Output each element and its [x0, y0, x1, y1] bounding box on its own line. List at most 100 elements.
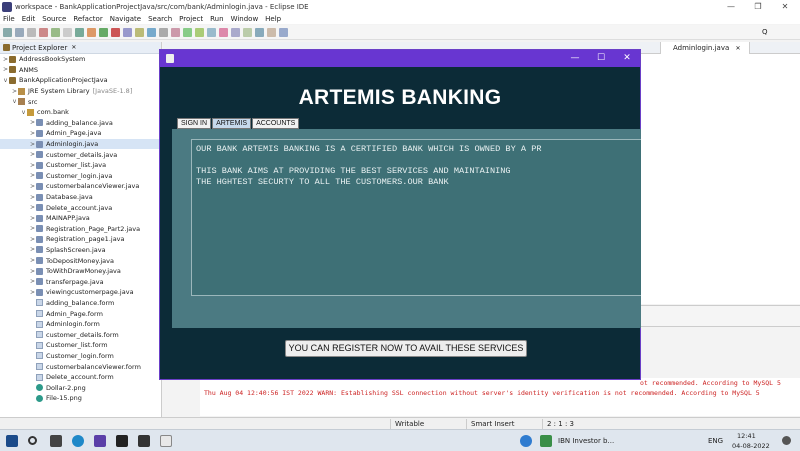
tree-item[interactable]: > transferpage.java: [0, 276, 161, 287]
help-icon[interactable]: [520, 435, 532, 447]
menu-file[interactable]: File: [3, 15, 15, 23]
chevron-right-icon[interactable]: >: [29, 246, 36, 253]
menu-search[interactable]: Search: [148, 15, 172, 23]
chevron-right-icon[interactable]: >: [29, 119, 36, 126]
tree-item[interactable]: > ANMS: [0, 65, 161, 76]
tree-item[interactable]: Customer_list.form: [0, 340, 161, 351]
eclipse-minimize-button[interactable]: —: [718, 0, 744, 13]
toolbar-tool-icon[interactable]: [219, 27, 228, 37]
tab-accounts[interactable]: ACCOUNTS: [252, 118, 300, 129]
chevron-right-icon[interactable]: >: [29, 172, 36, 179]
tree-item[interactable]: > customerbalanceViewer.java: [0, 181, 161, 192]
clock-date[interactable]: 04-08-2022: [732, 435, 770, 451]
stock-ticker[interactable]: IBN Investor b...: [558, 430, 614, 451]
editor-tab-adminlogin[interactable]: Adminlogin.java ✕: [660, 42, 750, 54]
tree-item[interactable]: > viewingcustomerpage.java: [0, 287, 161, 298]
chevron-right-icon[interactable]: [29, 395, 36, 402]
chevron-right-icon[interactable]: [29, 299, 36, 306]
chevron-right-icon[interactable]: >: [29, 204, 36, 211]
toolbar-tool-icon[interactable]: [243, 27, 252, 37]
tree-item[interactable]: > Registration_Page_Part2.java: [0, 224, 161, 235]
chevron-right-icon[interactable]: >: [29, 162, 36, 169]
menu-project[interactable]: Project: [179, 15, 203, 23]
toolbar-tool-icon[interactable]: [99, 27, 108, 37]
swing-close-button[interactable]: ✕: [614, 50, 640, 67]
chevron-right-icon[interactable]: >: [29, 289, 36, 296]
tree-item[interactable]: > Delete_account.java: [0, 202, 161, 213]
tree-item[interactable]: > Adminlogin.java: [0, 138, 161, 150]
chevron-right-icon[interactable]: >: [29, 151, 36, 158]
windows-start-icon[interactable]: [6, 435, 18, 447]
chevron-right-icon[interactable]: [29, 331, 36, 338]
chevron-right-icon[interactable]: >: [29, 236, 36, 243]
menu-help[interactable]: Help: [265, 15, 281, 23]
chevron-right-icon[interactable]: [29, 363, 36, 370]
menu-source[interactable]: Source: [42, 15, 66, 23]
tree-item[interactable]: v src: [0, 96, 161, 107]
menu-window[interactable]: Window: [231, 15, 259, 23]
menu-run[interactable]: Run: [210, 15, 223, 23]
menu-navigate[interactable]: Navigate: [110, 15, 141, 23]
java-app-taskbar-icon[interactable]: [160, 435, 172, 447]
chevron-down-icon[interactable]: v: [2, 77, 9, 84]
toolbar-tool-icon[interactable]: [231, 27, 240, 37]
tree-item[interactable]: > customer_details.java: [0, 149, 161, 160]
tree-item[interactable]: v com.bank: [0, 107, 161, 118]
tree-item[interactable]: Customer_login.form: [0, 351, 161, 362]
tab-sign-in[interactable]: SIGN IN: [177, 118, 212, 129]
notification-icon[interactable]: [782, 436, 791, 445]
tree-item[interactable]: > Customer_login.java: [0, 171, 161, 182]
quick-access-search-icon[interactable]: Q: [762, 28, 768, 36]
toolbar-tool-icon[interactable]: [135, 27, 144, 37]
eclipse-maximize-button[interactable]: ❐: [745, 0, 771, 13]
tree-item[interactable]: File-15.png: [0, 393, 161, 404]
toolbar-tool-icon[interactable]: [171, 27, 180, 37]
task-view-icon[interactable]: [50, 435, 62, 447]
eclipse-taskbar-icon[interactable]: [94, 435, 106, 447]
toolbar-tool-icon[interactable]: [123, 27, 132, 37]
swing-maximize-button[interactable]: ☐: [588, 50, 614, 67]
eclipse-close-button[interactable]: ✕: [772, 0, 798, 13]
tree-item[interactable]: > SplashScreen.java: [0, 245, 161, 256]
terminal-icon[interactable]: [116, 435, 128, 447]
chevron-down-icon[interactable]: v: [11, 98, 18, 105]
toolbar-tool-icon[interactable]: [63, 27, 72, 37]
editor-tab-close-icon[interactable]: ✕: [736, 45, 741, 52]
tree-item[interactable]: > JRE System Library [JavaSE-1.8]: [0, 86, 161, 97]
toolbar-tool-icon[interactable]: [15, 27, 24, 37]
toolbar-tool-icon[interactable]: [255, 27, 264, 37]
menu-edit[interactable]: Edit: [22, 15, 36, 23]
chevron-right-icon[interactable]: >: [29, 130, 36, 137]
tree-item[interactable]: > Customer_list.java: [0, 160, 161, 171]
tree-item[interactable]: customer_details.form: [0, 329, 161, 340]
project-explorer-close-icon[interactable]: ✕: [71, 44, 76, 51]
chevron-right-icon[interactable]: >: [2, 56, 9, 63]
chevron-right-icon[interactable]: >: [29, 194, 36, 201]
tree-item[interactable]: Admin_Page.form: [0, 308, 161, 319]
toolbar-tool-icon[interactable]: [75, 27, 84, 37]
tree-item[interactable]: > Registration_page1.java: [0, 234, 161, 245]
chevron-right-icon[interactable]: [29, 310, 36, 317]
tree-item[interactable]: > Admin_Page.java: [0, 128, 161, 139]
toolbar-tool-icon[interactable]: [159, 27, 168, 37]
toolbar-tool-icon[interactable]: [195, 27, 204, 37]
chevron-right-icon[interactable]: >: [29, 257, 36, 264]
toolbar-tool-icon[interactable]: [207, 27, 216, 37]
toolbar-tool-icon[interactable]: [3, 27, 12, 37]
tree-item[interactable]: Adminlogin.form: [0, 319, 161, 330]
tree-item[interactable]: > Database.java: [0, 192, 161, 203]
chevron-right-icon[interactable]: >: [11, 88, 18, 95]
tree-item[interactable]: Dollar-2.png: [0, 382, 161, 393]
about-text-area[interactable]: OUR BANK ARTEMIS BANKING IS A CERTIFIED …: [191, 139, 641, 296]
chevron-right-icon[interactable]: [29, 374, 36, 381]
toolbar-tool-icon[interactable]: [27, 27, 36, 37]
chevron-right-icon[interactable]: [29, 321, 36, 328]
tree-item[interactable]: > MAINAPP.java: [0, 213, 161, 224]
tree-item[interactable]: > ToDepositMoney.java: [0, 255, 161, 266]
chevron-right-icon[interactable]: [29, 342, 36, 349]
edge-icon[interactable]: [72, 435, 84, 447]
language-indicator[interactable]: ENG: [708, 430, 723, 451]
tree-item[interactable]: > adding_balance.java: [0, 118, 161, 129]
register-now-button[interactable]: YOU CAN REGISTER NOW TO AVAIL THESE SERV…: [285, 340, 527, 357]
chevron-right-icon[interactable]: [29, 384, 36, 391]
